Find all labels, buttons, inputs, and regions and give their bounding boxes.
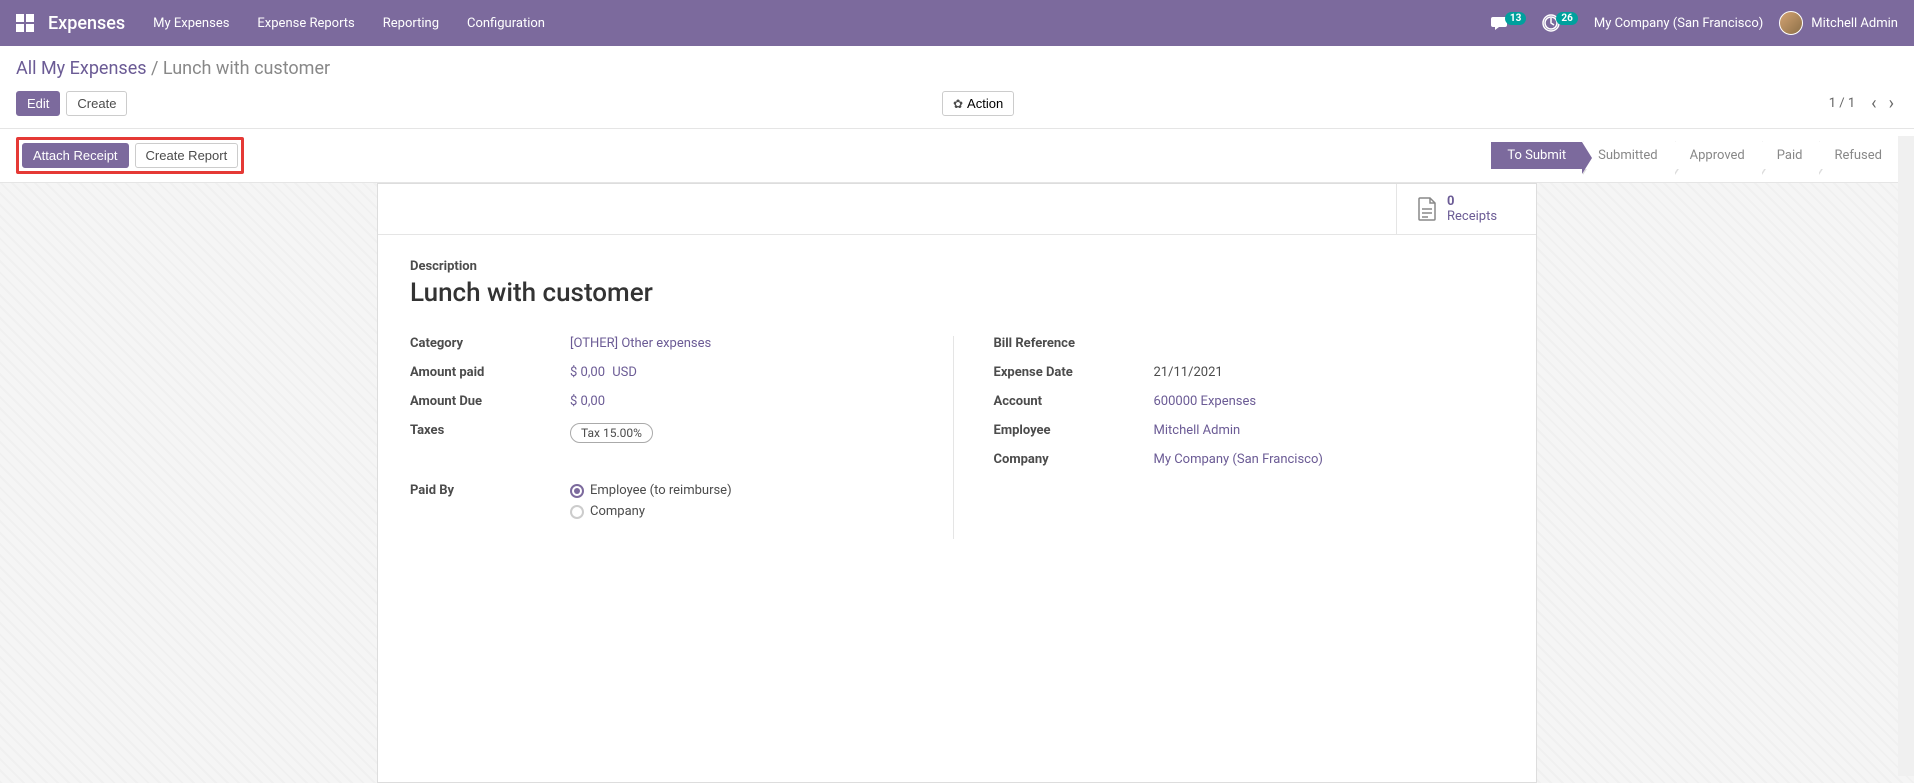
paid-by-employee-option[interactable]: Employee (to reimburse)	[570, 483, 732, 498]
activity-icon[interactable]: 26	[1542, 14, 1577, 32]
radio-unchecked-icon	[570, 505, 584, 519]
receipts-stat-button[interactable]: 0 Receipts	[1396, 184, 1536, 234]
edit-button[interactable]: Edit	[16, 91, 60, 116]
employee-label: Employee	[994, 423, 1154, 438]
highlight-box: Attach Receipt Create Report	[16, 137, 244, 174]
control-panel: All My Expenses / Lunch with customer Ed…	[0, 46, 1914, 129]
account-value: 600000 Expenses	[1154, 394, 1257, 409]
receipts-count: 0	[1447, 194, 1497, 209]
status-to-submit[interactable]: To Submit	[1491, 142, 1582, 169]
status-submitted[interactable]: Submitted	[1582, 142, 1673, 169]
paid-by-options: Employee (to reimburse) Company	[570, 483, 732, 525]
expense-title: Lunch with customer	[410, 278, 1504, 308]
pager-next-icon[interactable]: ›	[1885, 91, 1898, 116]
action-button[interactable]: Action	[942, 91, 1014, 116]
taxes-label: Taxes	[410, 423, 570, 438]
nav-menu: My Expenses Expense Reports Reporting Co…	[153, 16, 1491, 31]
apps-icon[interactable]	[16, 14, 34, 32]
bill-ref-label: Bill Reference	[994, 336, 1154, 351]
scrollbar[interactable]	[1898, 136, 1914, 776]
breadcrumb-sep: /	[151, 58, 158, 79]
paid-by-company-option[interactable]: Company	[570, 504, 732, 519]
status-approved[interactable]: Approved	[1674, 142, 1761, 169]
nav-expense-reports[interactable]: Expense Reports	[257, 16, 354, 31]
category-value: [OTHER] Other expenses	[570, 336, 711, 351]
expense-date-label: Expense Date	[994, 365, 1154, 380]
stat-text: 0 Receipts	[1447, 194, 1497, 224]
nav-reporting[interactable]: Reporting	[383, 16, 439, 31]
sheet-body: Description Lunch with customer Category…	[378, 235, 1536, 563]
breadcrumb-current: Lunch with customer	[163, 58, 330, 79]
amount-due-label: Amount Due	[410, 394, 570, 409]
tax-tag: Tax 15.00%	[570, 423, 653, 443]
gear-icon	[953, 96, 963, 111]
attach-receipt-button[interactable]: Attach Receipt	[22, 143, 129, 168]
description-label: Description	[410, 259, 1504, 274]
company-label: Company	[994, 452, 1154, 467]
avatar	[1779, 11, 1803, 35]
cp-center: Action	[942, 91, 1014, 116]
form-columns: Category [OTHER] Other expenses Amount p…	[410, 336, 1504, 539]
company-value: My Company (San Francisco)	[1154, 452, 1323, 467]
activity-badge: 26	[1556, 12, 1577, 25]
chat-icon[interactable]: 13	[1491, 15, 1526, 31]
pager-arrows: ‹ ›	[1867, 91, 1898, 116]
employee-value: Mitchell Admin	[1154, 423, 1241, 438]
breadcrumb-root[interactable]: All My Expenses	[16, 58, 147, 79]
form-sheet: 0 Receipts Description Lunch with custom…	[377, 183, 1537, 783]
amount-paid-value: $ 0,00 USD	[570, 365, 637, 380]
status-refused[interactable]: Refused	[1818, 142, 1898, 169]
form-col-right: Bill Reference Expense Date 21/11/2021 A…	[994, 336, 1505, 539]
status-row: Attach Receipt Create Report To Submit S…	[0, 129, 1914, 183]
user-name: Mitchell Admin	[1811, 16, 1898, 31]
nav-configuration[interactable]: Configuration	[467, 16, 545, 31]
nav-my-expenses[interactable]: My Expenses	[153, 16, 229, 31]
cp-left-buttons: Edit Create	[16, 91, 127, 116]
receipts-label: Receipts	[1447, 209, 1497, 224]
document-icon	[1417, 197, 1437, 221]
form-col-left: Category [OTHER] Other expenses Amount p…	[410, 336, 954, 539]
amount-paid-label: Amount paid	[410, 365, 570, 380]
nav-right: 13 26 My Company (San Francisco) Mitchel…	[1491, 11, 1898, 35]
create-report-button[interactable]: Create Report	[135, 143, 239, 168]
user-menu[interactable]: Mitchell Admin	[1779, 11, 1898, 35]
breadcrumb: All My Expenses / Lunch with customer	[16, 58, 1898, 79]
pager-text: 1 / 1	[1829, 96, 1855, 111]
cp-right: 1 / 1 ‹ ›	[1829, 91, 1898, 116]
amount-due-value: $ 0,00	[570, 394, 605, 409]
expense-date-value: 21/11/2021	[1154, 365, 1223, 380]
category-label: Category	[410, 336, 570, 351]
create-button[interactable]: Create	[66, 91, 127, 116]
company-switcher[interactable]: My Company (San Francisco)	[1594, 16, 1763, 31]
action-label: Action	[967, 96, 1003, 111]
chat-badge: 13	[1505, 12, 1526, 25]
status-left: Attach Receipt Create Report	[16, 137, 244, 174]
app-name[interactable]: Expenses	[48, 13, 125, 34]
sheet-background: 0 Receipts Description Lunch with custom…	[0, 183, 1914, 783]
taxes-value: Tax 15.00%	[570, 423, 653, 443]
radio-checked-icon	[570, 484, 584, 498]
sheet-header: 0 Receipts	[378, 184, 1536, 235]
paid-by-label: Paid By	[410, 483, 570, 498]
account-label: Account	[994, 394, 1154, 409]
pager-prev-icon[interactable]: ‹	[1867, 91, 1880, 116]
top-navbar: Expenses My Expenses Expense Reports Rep…	[0, 0, 1914, 46]
status-steps: To Submit Submitted Approved Paid Refuse…	[1491, 142, 1898, 169]
